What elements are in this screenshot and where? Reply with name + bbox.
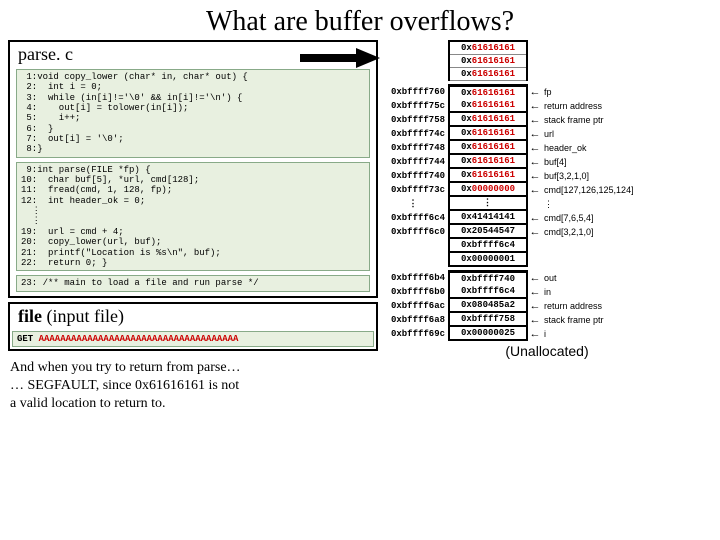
memory-address: 0xbffff73c (382, 185, 448, 195)
overflow-cell: 0x61616161 (450, 42, 526, 55)
memory-row: 0xbffff7400x61616161←buf[3,2,1,0] (382, 169, 712, 183)
memory-label: cmd[7,6,5,4] (542, 213, 594, 223)
memory-value: 0x61616161 (448, 155, 528, 169)
memory-value: 0x00000025 (448, 327, 528, 341)
overflow-cell: 0x61616161 (450, 68, 526, 81)
memory-label: return address (542, 101, 602, 111)
memory-value: 0xbffff6c4 (448, 239, 528, 253)
memory-value: 0x61616161 (448, 84, 528, 101)
arrow-left-icon: ← (528, 87, 542, 98)
memory-label: out (542, 273, 557, 283)
memory-value: 0x00000001 (448, 253, 528, 267)
memory-row: 0xbffff6ac0x080485a2←return address (382, 299, 712, 313)
memory-row: 0xbffff7440x61616161← buf[4] (382, 155, 712, 169)
code-block-2: 9:int parse(FILE *fp) { 10: char buf[5],… (16, 162, 370, 271)
memory-address: 0xbffff740 (382, 171, 448, 181)
arrow-left-icon: ← (528, 329, 542, 340)
memory-value: 0xbffff740 (448, 270, 528, 287)
memory-label: return address (542, 301, 602, 311)
memory-address: 0xbffff6ac (382, 301, 448, 311)
memory-row: 0xbffff6b40xbffff740←out (382, 271, 712, 285)
memory-row: 0xbffff7580x61616161←stack frame ptr (382, 113, 712, 127)
memory-row: 0x00000001 (382, 253, 712, 267)
memory-address: 0xbffff744 (382, 157, 448, 167)
overflow-region: 0x61616161 0x61616161 0x61616161 (448, 40, 528, 81)
memory-label: in (542, 287, 551, 297)
code-block-1: 1:void copy_lower (char* in, char* out) … (16, 69, 370, 158)
memory-value: 0x20544547 (448, 225, 528, 239)
memory-address: 0xbffff75c (382, 101, 448, 111)
memory-address: 0xbffff74c (382, 129, 448, 139)
code-block-3: 23: /** main to load a file and run pars… (16, 275, 370, 291)
memory-address: 0xbffff6b0 (382, 287, 448, 297)
memory-label: cmd[3,2,1,0] (542, 227, 594, 237)
memory-row: 0xbffff74c0x61616161←url (382, 127, 712, 141)
arrow-left-icon: ← (528, 301, 542, 312)
memory-address: 0xbffff760 (382, 87, 448, 97)
source-file-box: parse. c 1:void copy_lower (char* in, ch… (8, 40, 378, 298)
memory-address: 0xbffff6c0 (382, 227, 448, 237)
memory-address: 0xbffff6b4 (382, 273, 448, 283)
memory-row: 0xbffff73c0x00000000←cmd[127,126,125,124… (382, 183, 712, 197)
memory-row: 0xbffff6a80xbffff758←stack frame ptr (382, 313, 712, 327)
flow-arrow-icon (300, 48, 380, 68)
memory-value: 0x61616161 (448, 99, 528, 113)
memory-address: 0xbffff758 (382, 115, 448, 125)
arrow-left-icon: ← (528, 287, 542, 298)
arrow-left-icon: ← (528, 115, 542, 126)
memory-label: stack frame ptr (542, 315, 604, 325)
input-file-label: file (input file) (10, 304, 376, 329)
memory-label: buf[3,2,1,0] (542, 171, 589, 181)
unallocated-label: (Unallocated) (382, 343, 712, 359)
memory-address: 0xbffff748 (382, 143, 448, 153)
result-caption: And when you try to return from parse… …… (8, 355, 378, 418)
memory-value: 0x61616161 (448, 113, 528, 127)
memory-label: stack frame ptr (542, 115, 604, 125)
memory-row: 0xbffff69c0x00000025←i (382, 327, 712, 341)
memory-value: 0x61616161 (448, 169, 528, 183)
memory-label: i (542, 329, 546, 339)
memory-label: cmd[127,126,125,124] (542, 185, 634, 195)
arrow-left-icon: ← (528, 315, 542, 326)
memory-label: fp (542, 87, 552, 97)
memory-value: 0x00000000 (448, 183, 528, 197)
memory-row: 0xbffff75c0x61616161←return address (382, 99, 712, 113)
arrow-left-icon: ← (528, 185, 542, 196)
arrow-left-icon: ← (528, 273, 542, 284)
arrow-left-icon: ← (528, 143, 542, 154)
memory-diagram: 0x61616161 0x61616161 0x61616161 0xbffff… (382, 40, 712, 417)
memory-label: url (542, 129, 554, 139)
memory-value: 0x080485a2 (448, 299, 528, 313)
arrow-left-icon: ← (528, 129, 542, 140)
memory-row: 0xbffff6c00x20544547←cmd[3,2,1,0] (382, 225, 712, 239)
memory-value: 0x41414141 (448, 211, 528, 225)
memory-row: 0xbffff6c40x41414141←cmd[7,6,5,4] (382, 211, 712, 225)
memory-row: 0xbffff6c4 (382, 239, 712, 253)
memory-value: 0xbffff758 (448, 313, 528, 327)
arrow-left-icon: ← (528, 157, 542, 168)
memory-address: 0xbffff6a8 (382, 315, 448, 325)
page-title: What are buffer overflows? (0, 0, 720, 40)
overflow-cell: 0x61616161 (450, 55, 526, 68)
memory-address: 0xbffff6c4 (382, 213, 448, 223)
memory-value: 0x61616161 (448, 141, 528, 155)
arrow-left-icon: ← (528, 227, 542, 238)
memory-row: 0xbffff7480x61616161←header_ok (382, 141, 712, 155)
memory-value: 0xbffff6c4 (448, 285, 528, 299)
memory-label: buf[4] (542, 157, 567, 167)
arrow-left-icon: ← (528, 101, 542, 112)
input-file-box: file (input file) GET AAAAAAAAAAAAAAAAAA… (8, 302, 378, 351)
arrow-left-icon: ← (528, 171, 542, 182)
memory-address: 0xbffff69c (382, 329, 448, 339)
memory-value: 0x61616161 (448, 127, 528, 141)
memory-row: 0xbffff6b00xbffff6c4←in (382, 285, 712, 299)
input-file-content: GET AAAAAAAAAAAAAAAAAAAAAAAAAAAAAAAAAAAA… (12, 331, 374, 347)
arrow-left-icon: ← (528, 213, 542, 224)
memory-label: header_ok (542, 143, 587, 153)
memory-row: 0xbffff7600x61616161←fp (382, 85, 712, 99)
